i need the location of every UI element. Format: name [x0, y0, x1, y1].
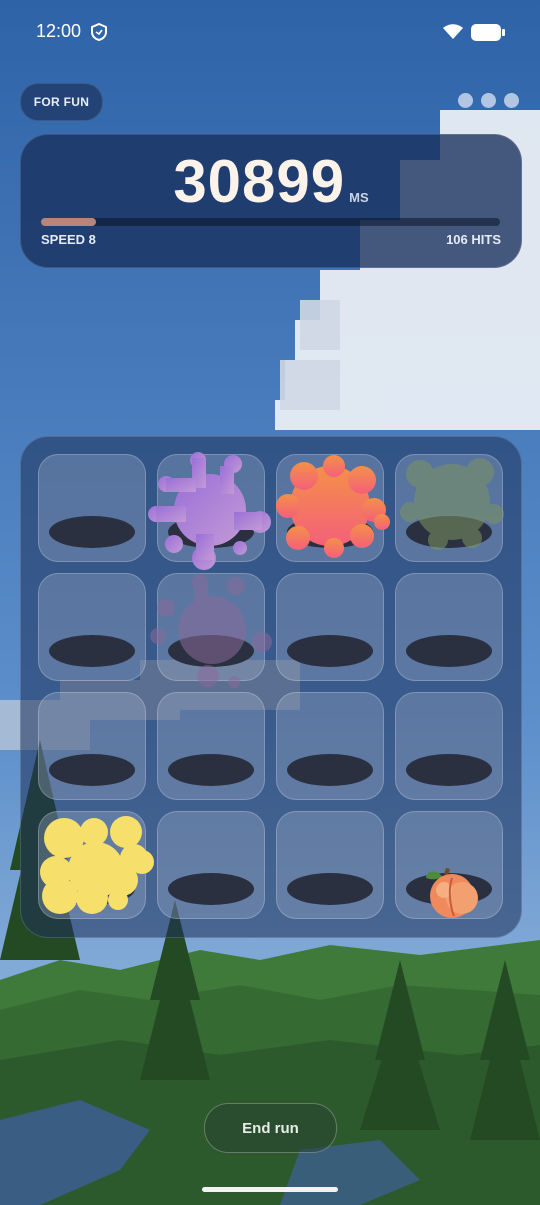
home-indicator[interactable]	[202, 1187, 338, 1192]
board-cell[interactable]	[276, 692, 384, 800]
end-run-button[interactable]: End run	[204, 1103, 337, 1153]
mole-hole	[287, 635, 373, 667]
board-cell[interactable]	[395, 573, 503, 681]
board-cell[interactable]	[276, 573, 384, 681]
board-cell[interactable]	[38, 692, 146, 800]
coral-splat[interactable]	[274, 450, 392, 560]
mole-hole	[287, 873, 373, 905]
peach-icon[interactable]	[424, 866, 482, 920]
score-panel: 30899 MS SPEED 8 106 HITS	[20, 134, 522, 268]
speed-label: SPEED 8	[41, 232, 96, 247]
board-cell[interactable]	[157, 692, 265, 800]
mole-hole	[168, 873, 254, 905]
dot-icon	[504, 93, 519, 108]
purple-splat[interactable]	[148, 450, 272, 570]
status-bar: 12:00	[0, 0, 540, 64]
wifi-icon	[443, 24, 463, 39]
battery-icon	[471, 24, 505, 41]
speed-progress-bar	[41, 218, 500, 226]
score-value: 30899	[173, 148, 346, 215]
speed-progress-fill	[41, 218, 97, 226]
mole-hole	[406, 635, 492, 667]
board-cell[interactable]	[157, 811, 265, 919]
dot-icon	[458, 93, 473, 108]
mole-hole	[49, 754, 135, 786]
dot-icon	[481, 93, 496, 108]
yellow-splat[interactable]	[38, 814, 156, 916]
mode-chip[interactable]: FOR FUN	[20, 83, 103, 121]
mole-hole	[49, 516, 135, 548]
board-cell[interactable]	[38, 573, 146, 681]
board-cell[interactable]	[276, 811, 384, 919]
score-unit: MS	[349, 190, 369, 205]
shield-icon	[91, 23, 107, 41]
more-options-icon[interactable]	[458, 93, 522, 111]
board-cell[interactable]	[38, 454, 146, 562]
score-display: 30899 MS	[21, 147, 521, 216]
status-time: 12:00	[36, 21, 82, 41]
faded-purple-splat	[150, 574, 272, 688]
mole-hole	[49, 635, 135, 667]
mole-hole	[168, 754, 254, 786]
hits-label: 106 HITS	[446, 232, 501, 247]
faded-green-splat	[400, 458, 504, 550]
mole-hole	[406, 754, 492, 786]
mole-hole	[287, 754, 373, 786]
board-cell[interactable]	[395, 692, 503, 800]
